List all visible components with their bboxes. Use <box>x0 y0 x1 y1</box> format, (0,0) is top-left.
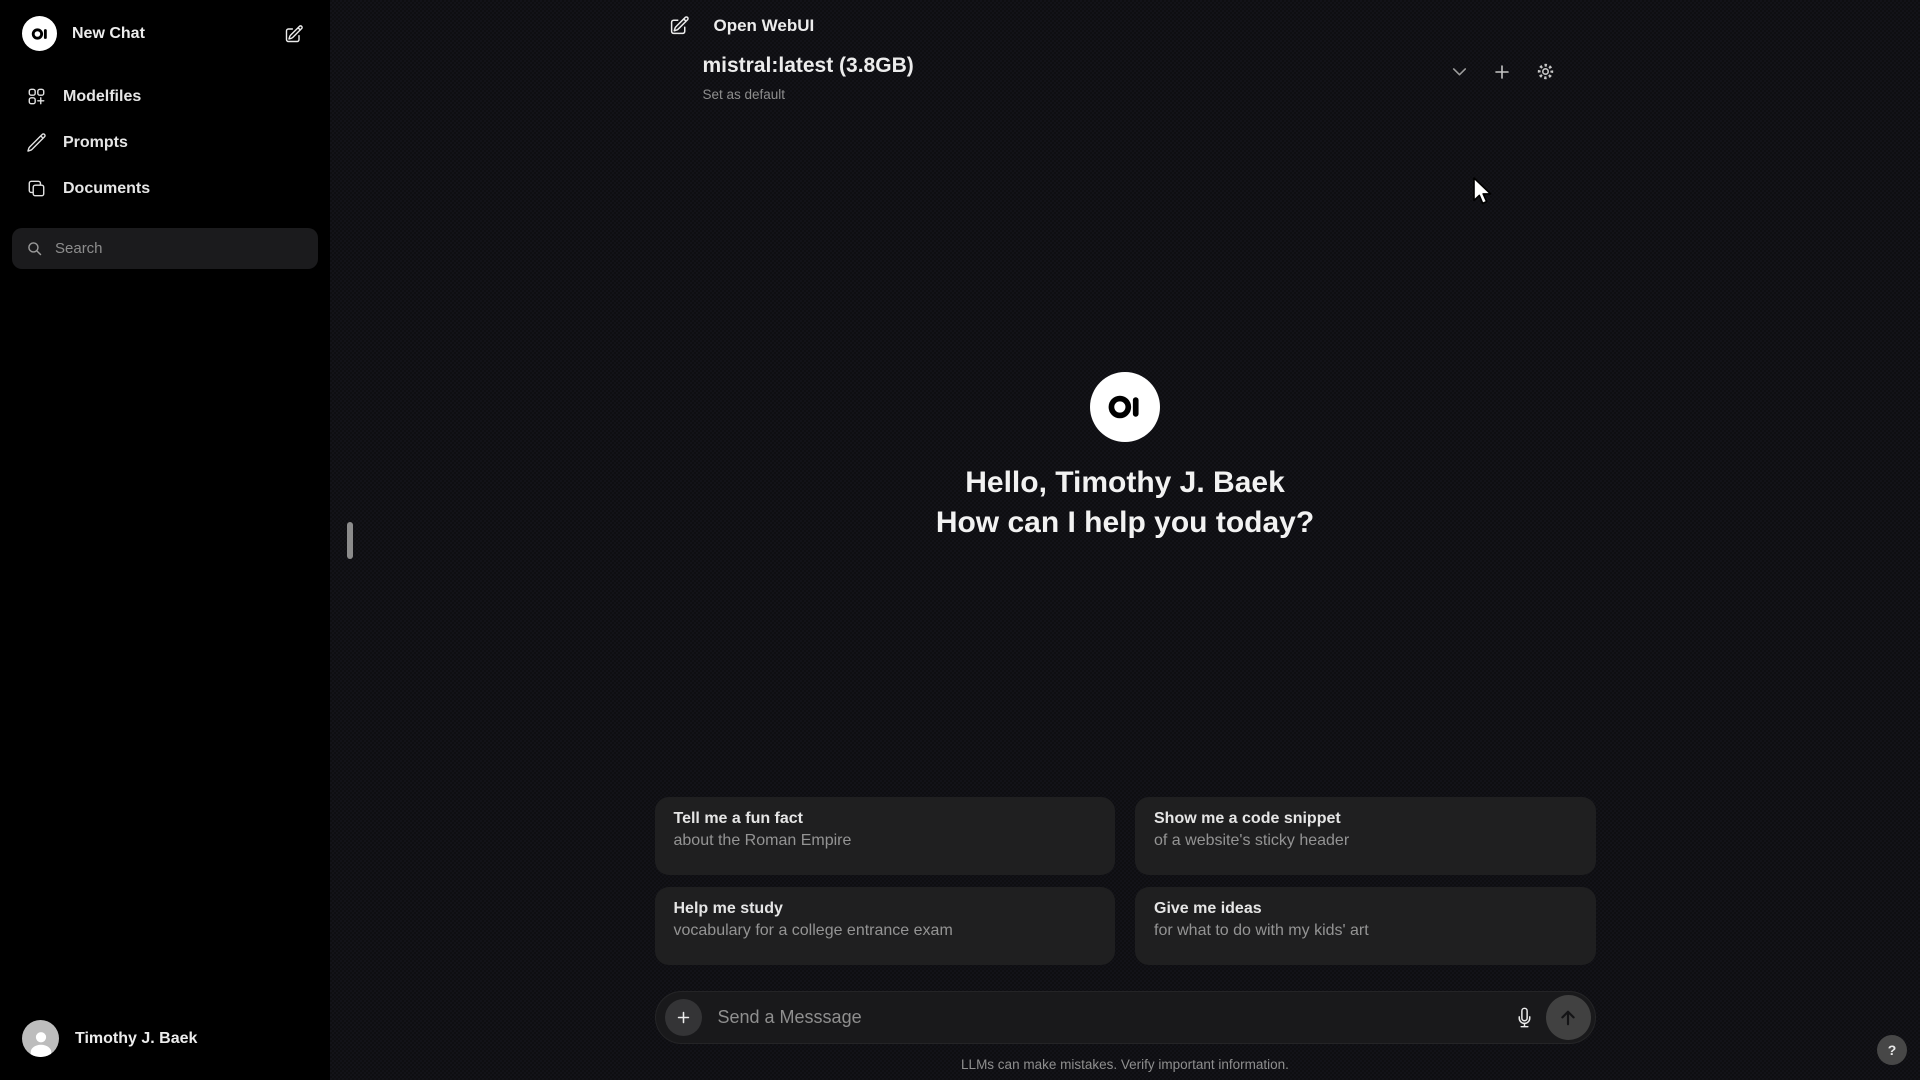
main-area: Open WebUI mistral:latest (3.8GB) Set as… <box>330 0 1920 1080</box>
avatar <box>22 1020 59 1057</box>
welcome-block: Hello, Timothy J. Baek How can I help yo… <box>675 372 1575 543</box>
squares-plus-icon <box>26 86 47 107</box>
new-chat-label: New Chat <box>72 24 145 42</box>
edit-new-chat-button[interactable] <box>282 22 306 46</box>
sidebar-item-label: Modelfiles <box>63 87 142 105</box>
content-column: Open WebUI mistral:latest (3.8GB) Set as… <box>654 0 1596 1080</box>
page-title: Open WebUI <box>713 15 815 35</box>
pencil-icon <box>26 132 47 153</box>
sidebar-menu: Modelfiles Prompts Documents <box>12 77 318 208</box>
sidebar: New Chat Modelfiles Prompts Documents Se… <box>0 0 330 1080</box>
suggestions-grid: Tell me a fun fact about the Roman Empir… <box>654 797 1596 965</box>
voice-input-button[interactable] <box>1512 1005 1537 1030</box>
question-mark-icon: ? <box>1887 1042 1897 1058</box>
new-chat-nav-button[interactable] <box>667 13 692 38</box>
model-selector: mistral:latest (3.8GB) Set as default <box>703 54 914 102</box>
pencil-square-icon <box>284 24 304 44</box>
pencil-square-icon <box>669 15 690 36</box>
attach-button[interactable] <box>664 999 702 1036</box>
user-name: Timothy J. Baek <box>75 1029 198 1047</box>
suggestion-subtitle: vocabulary for a college entrance exam <box>673 922 953 939</box>
plus-icon <box>675 1009 692 1026</box>
suggestion-subtitle: for what to do with my kids' art <box>1154 922 1369 939</box>
set-as-default-link[interactable]: Set as default <box>703 87 914 102</box>
sidebar-item-documents[interactable]: Documents <box>12 169 318 208</box>
suggestion-title: Give me ideas <box>1154 900 1262 917</box>
suggestion-card[interactable]: Help me study vocabulary for a college e… <box>654 887 1115 965</box>
arrow-up-icon <box>1558 1008 1578 1028</box>
suggestion-title: Help me study <box>673 900 783 917</box>
microphone-icon <box>1514 1007 1535 1028</box>
suggestion-title: Show me a code snippet <box>1154 810 1341 827</box>
bottom-stack: Tell me a fun fact about the Roman Empir… <box>654 797 1596 1080</box>
suggestion-card[interactable]: Show me a code snippet of a website's st… <box>1135 797 1596 875</box>
sidebar-item-modelfiles[interactable]: Modelfiles <box>12 77 318 116</box>
openwebui-logo-icon <box>22 16 57 51</box>
settings-button[interactable] <box>1533 59 1558 84</box>
message-composer <box>654 991 1596 1044</box>
disclaimer-text: LLMs can make mistakes. Verify important… <box>961 1057 1289 1072</box>
sidebar-item-prompts[interactable]: Prompts <box>12 123 318 162</box>
send-button[interactable] <box>1545 995 1591 1040</box>
sidebar-item-label: Prompts <box>63 133 128 151</box>
top-navbar: Open WebUI <box>655 0 1596 38</box>
openwebui-logo-icon <box>1090 372 1160 442</box>
suggestion-subtitle: of a website's sticky header <box>1154 832 1350 849</box>
sidebar-item-label: Documents <box>63 179 151 197</box>
plus-icon <box>1492 62 1512 82</box>
greeting-line-1: Hello, Timothy J. Baek <box>965 466 1285 499</box>
model-name[interactable]: mistral:latest (3.8GB) <box>703 54 914 78</box>
sidebar-search <box>12 228 318 269</box>
suggestion-card[interactable]: Give me ideas for what to do with my kid… <box>1135 887 1596 965</box>
suggestion-card[interactable]: Tell me a fun fact about the Roman Empir… <box>654 797 1115 875</box>
message-input[interactable] <box>717 1007 1512 1028</box>
suggestion-subtitle: about the Roman Empire <box>673 832 852 849</box>
document-duplicate-icon <box>26 178 47 199</box>
sidebar-resize-handle[interactable] <box>347 522 353 559</box>
suggestion-title: Tell me a fun fact <box>673 810 804 827</box>
greeting-line-2: How can I help you today? <box>935 506 1315 539</box>
model-actions <box>1448 59 1558 84</box>
chevron-down-icon <box>1450 62 1469 81</box>
search-icon <box>26 240 43 257</box>
model-dropdown-button[interactable] <box>1448 60 1471 83</box>
search-input[interactable] <box>55 240 304 257</box>
gear-icon <box>1535 61 1556 82</box>
model-selector-row: mistral:latest (3.8GB) Set as default <box>655 54 1596 102</box>
add-model-button[interactable] <box>1490 60 1514 84</box>
user-menu-button[interactable]: Timothy J. Baek <box>12 1011 318 1066</box>
new-chat-button[interactable]: New Chat <box>12 14 318 53</box>
help-button[interactable]: ? <box>1877 1035 1907 1065</box>
